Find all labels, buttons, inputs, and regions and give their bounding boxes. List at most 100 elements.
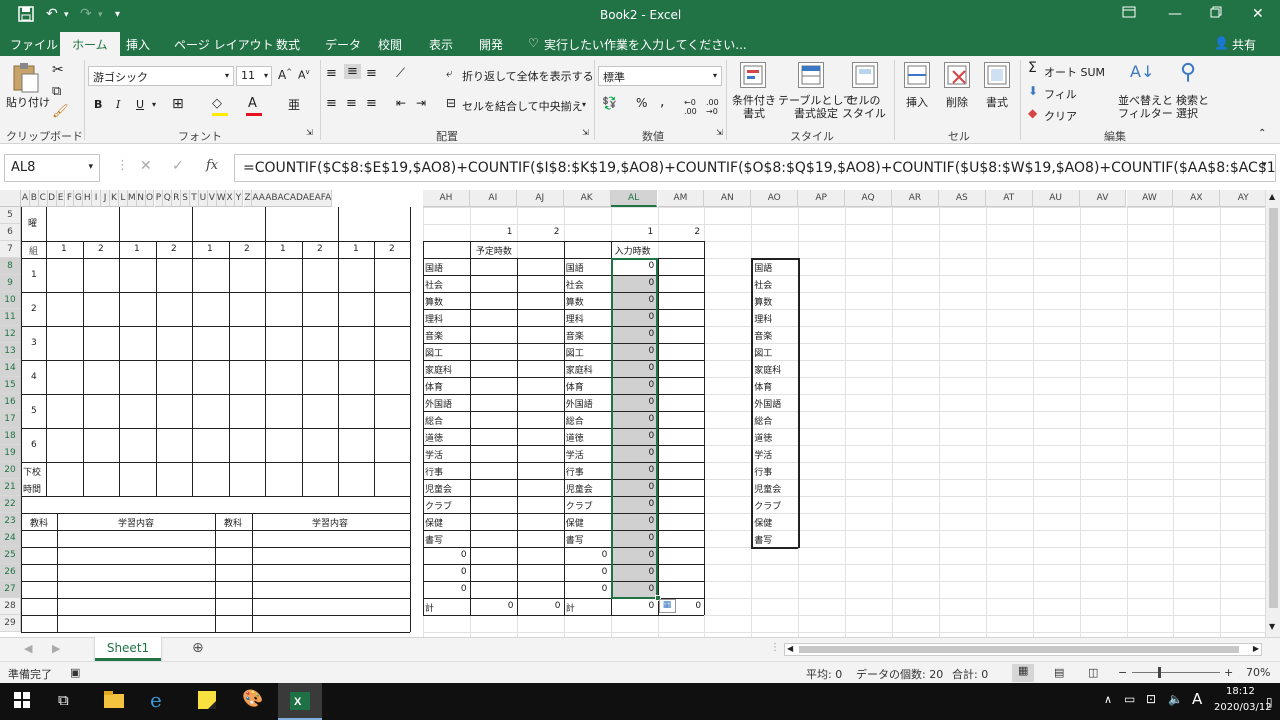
vertical-scrollbar[interactable]: ▲ ▼ xyxy=(1265,190,1280,637)
row-header[interactable]: 19 xyxy=(0,445,21,462)
tell-me-input[interactable]: 実行したい作業を入力してください... xyxy=(544,36,747,53)
select-all-corner[interactable] xyxy=(0,190,21,207)
column-header[interactable]: AN xyxy=(704,190,752,207)
tab-developer[interactable]: 開発 xyxy=(479,36,503,53)
tab-page-layout[interactable]: ページ レイアウト xyxy=(174,36,274,53)
sticky-notes-icon[interactable] xyxy=(198,691,216,712)
zoom-in-icon[interactable]: + xyxy=(1224,666,1233,679)
format-cells-button[interactable]: 書式 xyxy=(986,94,1008,110)
align-center-icon[interactable]: ≡ xyxy=(346,96,357,111)
column-header[interactable]: AO xyxy=(751,190,799,207)
paint-icon[interactable]: 🎨 xyxy=(242,689,263,709)
column-header[interactable]: K xyxy=(110,190,119,207)
normal-view-icon[interactable]: ▦ xyxy=(1012,664,1035,682)
column-header[interactable]: AAABACADAEAFAG xyxy=(252,190,333,207)
clear-icon[interactable]: ◆ xyxy=(1028,106,1037,120)
align-middle-icon[interactable]: ≡ xyxy=(344,64,361,79)
tab-data[interactable]: データ xyxy=(325,36,361,53)
wrap-text-icon[interactable]: ⤶ xyxy=(446,66,453,81)
align-bottom-icon[interactable]: ≡ xyxy=(366,66,377,81)
find-select-button[interactable]: 検索と 選択 xyxy=(1176,94,1209,120)
save-icon[interactable] xyxy=(18,6,34,26)
merge-dropdown-icon[interactable]: ▾ xyxy=(582,100,586,109)
minimize-icon[interactable]: — xyxy=(1168,6,1182,22)
decrease-decimal-icon[interactable]: .00 →0 xyxy=(706,98,719,116)
column-header[interactable]: M xyxy=(127,190,137,207)
windows-start-icon[interactable] xyxy=(14,692,30,711)
enter-icon[interactable]: ✓ xyxy=(172,158,184,174)
sort-filter-icon[interactable]: A↓ xyxy=(1130,62,1154,81)
page-layout-view-icon[interactable]: ▤ xyxy=(1054,666,1064,679)
clear-button[interactable]: クリア xyxy=(1044,108,1077,124)
name-box[interactable]: AL8 ▾ xyxy=(4,154,100,182)
column-header[interactable]: AT xyxy=(985,190,1033,207)
clock-date[interactable]: 2020/03/12 xyxy=(1214,702,1272,713)
maximize-icon[interactable] xyxy=(1210,6,1222,22)
column-header[interactable]: J xyxy=(101,190,110,207)
bold-button[interactable]: B xyxy=(94,98,102,111)
share-button[interactable]: 共有 xyxy=(1232,36,1256,53)
paste-button[interactable]: 貼り付け xyxy=(6,94,50,110)
row-header[interactable]: 13 xyxy=(0,343,21,360)
page-break-view-icon[interactable]: ◫ xyxy=(1088,666,1098,679)
battery-icon[interactable]: ▭ xyxy=(1124,692,1135,706)
zoom-slider[interactable] xyxy=(1132,672,1220,673)
column-header[interactable]: AU xyxy=(1032,190,1080,207)
decrease-indent-icon[interactable]: ⇤ xyxy=(396,96,406,110)
row-header[interactable]: 5 xyxy=(0,207,21,224)
next-sheet-icon[interactable]: ▶ xyxy=(52,642,60,655)
tab-insert[interactable]: 挿入 xyxy=(126,36,150,53)
column-header[interactable]: E xyxy=(56,190,66,207)
row-header[interactable]: 6 xyxy=(0,224,21,241)
zoom-level[interactable]: 70% xyxy=(1246,666,1270,679)
column-header[interactable]: Q xyxy=(163,190,173,207)
tab-review[interactable]: 校閲 xyxy=(378,36,402,53)
column-header[interactable]: N xyxy=(136,190,146,207)
clock-time[interactable]: 18:12 xyxy=(1226,686,1255,697)
sheet-tab-sheet1[interactable]: Sheet1 xyxy=(95,637,161,661)
redo-dropdown-icon[interactable]: ▾ xyxy=(98,10,103,20)
column-header[interactable]: X xyxy=(225,190,235,207)
tab-file[interactable]: ファイル xyxy=(10,36,58,53)
row-header[interactable]: 22 xyxy=(0,496,21,513)
column-header[interactable]: AQ xyxy=(845,190,892,207)
column-header[interactable]: AH xyxy=(423,190,470,207)
internet-explorer-icon[interactable]: e xyxy=(150,688,162,712)
cell-styles-button[interactable]: セルの スタイル xyxy=(842,94,886,120)
show-hidden-icons-icon[interactable]: ∧ xyxy=(1104,693,1112,706)
column-header[interactable]: AK xyxy=(563,190,611,207)
copy-icon[interactable]: ⧉ xyxy=(52,84,61,99)
underline-dropdown-icon[interactable]: ▾ xyxy=(152,100,156,109)
column-header[interactable]: Y xyxy=(234,190,244,207)
column-header[interactable]: G xyxy=(74,190,84,207)
paste-icon[interactable] xyxy=(10,62,40,93)
cancel-icon[interactable]: ✕ xyxy=(140,158,152,174)
increase-decimal-icon[interactable]: ←0.00 xyxy=(684,98,697,116)
align-top-icon[interactable]: ≡ xyxy=(326,66,337,81)
notification-icon[interactable]: ▯ xyxy=(1266,695,1273,709)
insert-function-icon[interactable]: fx xyxy=(206,158,218,173)
fill-color-icon[interactable]: ◇ xyxy=(212,96,222,111)
delete-cells-button[interactable]: 削除 xyxy=(946,94,968,110)
autosum-icon[interactable]: Σ xyxy=(1028,60,1037,76)
file-explorer-icon[interactable] xyxy=(104,691,124,712)
insert-cells-icon[interactable] xyxy=(904,62,930,88)
cell-selection[interactable] xyxy=(610,258,659,599)
column-header[interactable]: C xyxy=(38,190,48,207)
column-header[interactable]: AY xyxy=(1220,190,1265,207)
sort-filter-button[interactable]: 並べ替えと フィルター xyxy=(1118,94,1173,120)
format-painter-icon[interactable]: 🖌 xyxy=(52,104,69,119)
merge-center-button[interactable]: セルを結合して中央揃え xyxy=(462,98,583,114)
row-header[interactable]: 26 xyxy=(0,564,21,581)
column-header[interactable]: AL xyxy=(610,190,658,207)
quick-analysis-icon[interactable]: ▦ xyxy=(658,599,676,613)
column-header[interactable]: AX xyxy=(1173,190,1221,207)
autosum-button[interactable]: オート SUM xyxy=(1044,64,1105,80)
collapse-ribbon-icon[interactable]: ⌃ xyxy=(1258,128,1266,139)
fill-icon[interactable]: ⬇ xyxy=(1028,84,1038,98)
network-icon[interactable]: ⊡ xyxy=(1146,692,1156,706)
font-size-select[interactable]: 11 ▾ xyxy=(236,66,272,86)
add-sheet-icon[interactable]: ⊕ xyxy=(192,640,204,656)
column-header[interactable]: AR xyxy=(892,190,939,207)
column-header[interactable]: AM xyxy=(657,190,705,207)
